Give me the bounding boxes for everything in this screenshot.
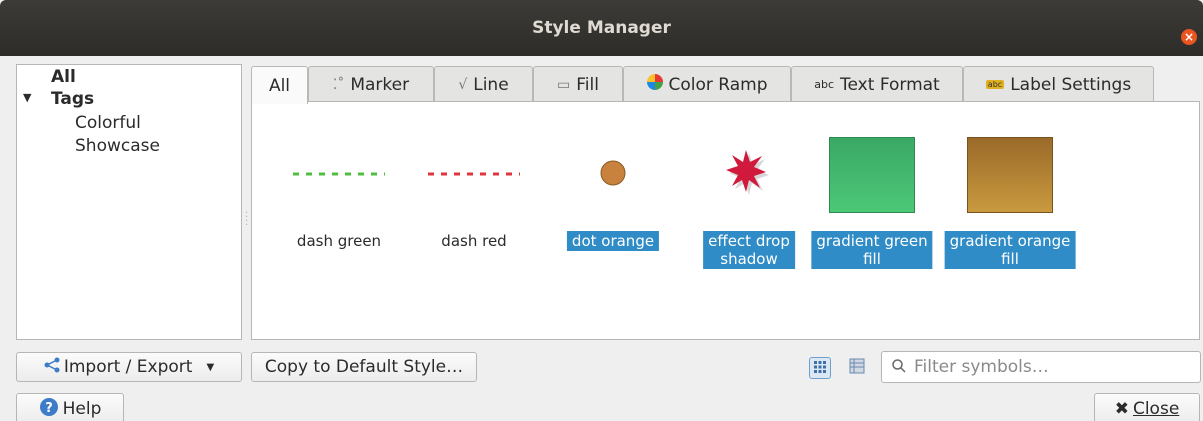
help-button[interactable]: ? Help <box>16 393 124 421</box>
symbol-label: effect drop shadow <box>703 231 795 269</box>
symbol-label: dash red <box>441 232 507 250</box>
symbol-item[interactable]: dash green <box>274 102 404 341</box>
tree-item-tags[interactable]: Tags <box>51 89 94 109</box>
filter-input[interactable] <box>914 357 1184 377</box>
symbol-item[interactable]: gradient green fill <box>807 102 937 341</box>
tab-label: Text Format <box>840 74 940 95</box>
share-icon <box>44 357 60 378</box>
splitter-handle[interactable]: · · · · <box>245 209 248 231</box>
tab-marker[interactable]: ⁚˚ Marker <box>308 66 434 102</box>
line-icon: √ <box>458 76 468 93</box>
effect-drop-shadow-preview <box>684 150 814 196</box>
window-title: Style Manager <box>532 18 671 38</box>
marker-icon: ⁚˚ <box>332 76 345 93</box>
symbol-label: dash green <box>296 232 382 250</box>
copy-default-label: Copy to Default Style… <box>264 357 464 377</box>
tab-color-ramp[interactable]: Color Ramp <box>623 66 791 102</box>
tab-label: All <box>268 75 291 96</box>
import-export-label: Import / Export <box>63 357 193 377</box>
expand-arrow-icon[interactable]: ▼ <box>23 91 31 104</box>
list-view-button[interactable] <box>846 357 868 379</box>
color-ramp-icon <box>646 74 663 95</box>
tag-tree[interactable]: All ▼ Tags Colorful Showcase <box>16 64 242 340</box>
symbol-item[interactable]: effect drop shadow <box>684 102 814 341</box>
dash-red-preview <box>409 172 539 176</box>
gradient-orange-preview <box>945 137 1075 213</box>
search-icon <box>892 358 906 377</box>
close-button[interactable]: ✖ Close <box>1094 393 1200 421</box>
copy-default-style-button[interactable]: Copy to Default Style… <box>251 352 477 382</box>
import-export-button[interactable]: Import / Export ▼ <box>16 352 242 382</box>
tab-label: Line <box>473 74 509 95</box>
close-icon: ✖ <box>1114 399 1129 419</box>
tab-label: Label Settings <box>1010 74 1132 95</box>
svg-text:?: ? <box>45 401 53 416</box>
dash-green-preview <box>274 172 404 176</box>
tab-fill[interactable]: ▭ Fill <box>533 66 623 102</box>
chevron-down-icon: ▼ <box>206 361 215 373</box>
help-label: Help <box>62 399 102 419</box>
title-bar: Style Manager × <box>0 0 1203 56</box>
tab-label: Marker <box>350 74 410 95</box>
symbol-label: gradient orange fill <box>944 231 1076 269</box>
window-close-icon[interactable]: × <box>1181 29 1197 45</box>
grid-view-icon <box>813 359 827 378</box>
symbol-item[interactable]: dot orange <box>548 102 678 341</box>
tree-item-showcase[interactable]: Showcase <box>75 136 160 156</box>
icon-view-button[interactable] <box>809 357 831 379</box>
close-label: Close <box>1132 399 1180 419</box>
tab-label: Color Ramp <box>668 74 768 95</box>
label-settings-icon: abc <box>985 80 1005 89</box>
fill-icon: ▭ <box>557 76 571 93</box>
filter-box[interactable] <box>881 351 1201 383</box>
symbol-label: gradient green fill <box>811 231 933 269</box>
symbol-list[interactable]: dash green dash red dot orange effect dr… <box>251 101 1200 340</box>
symbol-label: dot orange <box>566 231 660 251</box>
gradient-green-preview <box>807 137 937 213</box>
tab-all[interactable]: All <box>251 66 308 104</box>
tab-line[interactable]: √ Line <box>434 66 533 102</box>
tree-item-colorful[interactable]: Colorful <box>75 113 141 133</box>
tab-text-format[interactable]: abc Text Format <box>791 66 963 102</box>
tree-item-all[interactable]: All <box>51 67 76 87</box>
text-format-icon: abc <box>814 78 835 91</box>
symbol-item[interactable]: dash red <box>409 102 539 341</box>
dot-orange-preview <box>548 160 678 186</box>
symbol-item[interactable]: gradient orange fill <box>944 102 1076 341</box>
help-icon: ? <box>39 397 59 421</box>
tab-label: Fill <box>576 74 599 95</box>
list-view-icon <box>849 358 865 378</box>
tab-label-settings[interactable]: abc Label Settings <box>963 66 1154 102</box>
